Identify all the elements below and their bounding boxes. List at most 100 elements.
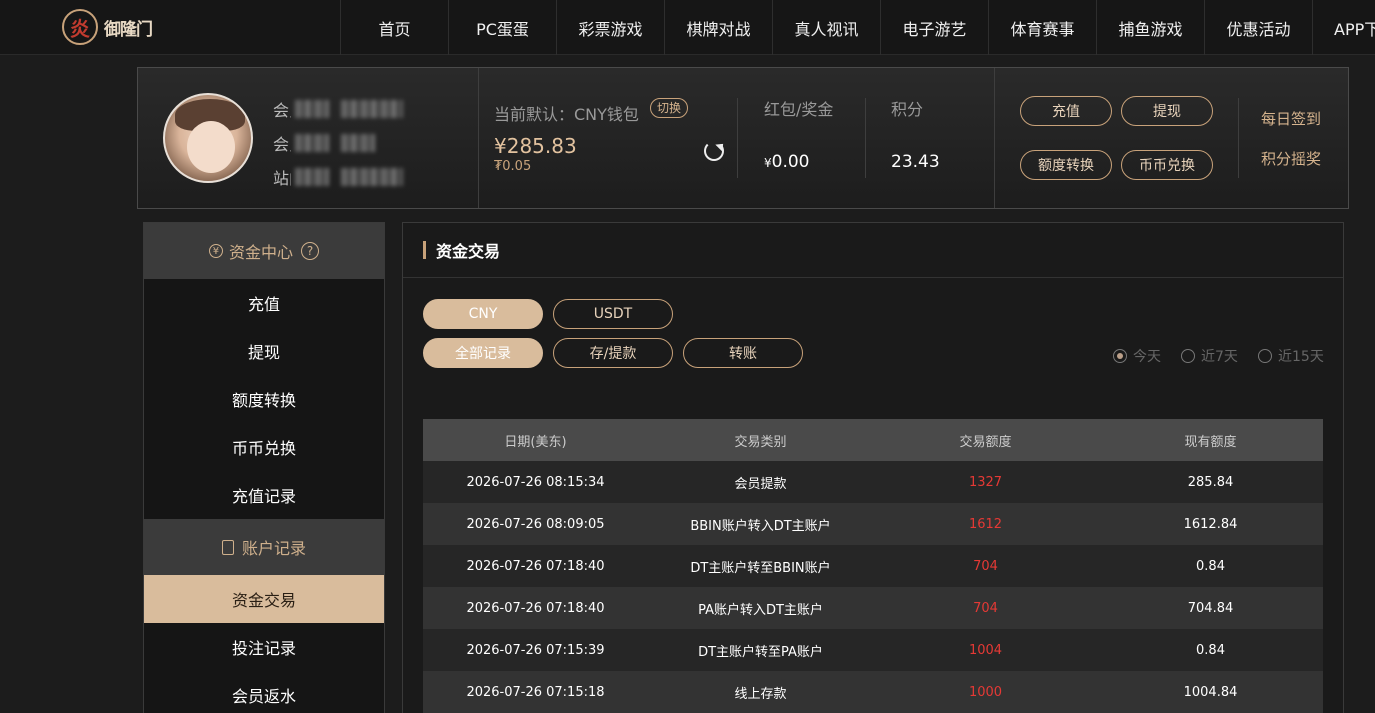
table-row: 2026-07-26 07:15:39 DT主账户转至PA账户 1004 0.8…: [423, 629, 1323, 671]
tab-cny[interactable]: CNY: [423, 299, 543, 329]
nav-item-chess[interactable]: 棋牌对战: [664, 0, 772, 55]
page-title: 资金交易: [436, 242, 501, 261]
member-label: 会员: [273, 135, 291, 154]
daily-checkin-link[interactable]: 每日签到: [1261, 108, 1321, 129]
nav-item-app[interactable]: APP下: [1312, 0, 1375, 55]
sidebar-item-transfer[interactable]: 额度转换: [144, 375, 384, 423]
document-icon: [221, 539, 234, 555]
nav-item-lottery[interactable]: 彩票游戏: [556, 0, 664, 55]
nav-item-promotions[interactable]: 优惠活动: [1204, 0, 1312, 55]
member-level-row: 会员: [273, 126, 403, 160]
cell-type: DT主账户转至BBIN账户: [648, 545, 873, 587]
tab-usdt[interactable]: USDT: [553, 299, 673, 329]
sidebar-item-withdraw[interactable]: 提现: [144, 327, 384, 375]
radio-icon: [1258, 349, 1272, 363]
sidebar-item-rebate[interactable]: 会员返水: [144, 671, 384, 713]
cell-date: 2026-07-26 08:15:34: [423, 461, 648, 503]
sidebar-item-deposit-records[interactable]: 充值记录: [144, 471, 384, 519]
col-type: 交易类别: [648, 419, 873, 461]
refresh-icon[interactable]: [704, 141, 724, 161]
table-row: 2026-07-26 08:09:05 BBIN账户转入DT主账户 1612 1…: [423, 503, 1323, 545]
avatar[interactable]: [163, 93, 253, 183]
sidebar-item-deposit[interactable]: 充值: [144, 279, 384, 327]
masked-value: [341, 100, 403, 118]
cell-date: 2026-07-26 07:15:39: [423, 629, 648, 671]
bonus-value: ¥0.00: [764, 152, 810, 172]
cell-balance: 0.84: [1098, 629, 1323, 671]
fund-center-header: ¥ 资金中心 ?: [144, 223, 384, 279]
masked-value: [295, 100, 329, 118]
usdt-balance: ₮0.05: [494, 159, 532, 174]
cell-amount: 1000: [873, 671, 1098, 713]
yuan-icon: ¥: [208, 244, 223, 258]
range-today[interactable]: 今天: [1113, 346, 1161, 366]
records-header: 账户记录: [144, 519, 384, 575]
transactions-table: 日期(美东) 交易类别 交易额度 现有额度 2026-07-26 08:15:3…: [423, 419, 1323, 713]
wallet-balance: ¥285.83: [494, 134, 577, 158]
cell-amount: 704: [873, 545, 1098, 587]
switch-wallet-button[interactable]: 切换: [650, 98, 689, 118]
table-header-row: 日期(美东) 交易类别 交易额度 现有额度: [423, 419, 1323, 461]
cell-amount: 1327: [873, 461, 1098, 503]
cell-amount: 1004: [873, 629, 1098, 671]
nav-item-fishing[interactable]: 捕鱼游戏: [1096, 0, 1204, 55]
sidebar-item-bet-records[interactable]: 投注记录: [144, 623, 384, 671]
masked-value: [295, 168, 329, 186]
range-15-days[interactable]: 近15天: [1258, 346, 1324, 366]
points-lottery-link[interactable]: 积分摇奖: [1261, 148, 1321, 169]
wallet-label: 当前默认：CNY钱包: [494, 105, 639, 124]
tab-deposit-withdraw[interactable]: 存/提款: [553, 338, 673, 368]
cell-date: 2026-07-26 07:15:18: [423, 671, 648, 713]
transfer-button[interactable]: 额度转换: [1020, 150, 1112, 180]
tab-transfer[interactable]: 转账: [683, 338, 803, 368]
account-summary: 会员 会员 站内 当前默认：CNY钱包 切换 ¥285.83 ₮0.05 红包/…: [137, 67, 1349, 209]
cell-amount: 704: [873, 587, 1098, 629]
table-row: 2026-07-26 08:15:34 会员提款 1327 285.84: [423, 461, 1323, 503]
cell-date: 2026-07-26 07:18:40: [423, 545, 648, 587]
radio-icon: [1181, 349, 1195, 363]
masked-value: [341, 168, 403, 186]
sidebar: ¥ 资金中心 ? 充值 提现 额度转换 币币兑换 充值记录 账户记录 资金交易 …: [143, 222, 385, 713]
nav-item-pc-egg[interactable]: PC蛋蛋: [448, 0, 556, 55]
deposit-button[interactable]: 充值: [1020, 96, 1112, 126]
member-name-row: 会员: [273, 92, 403, 126]
nav-item-home[interactable]: 首页: [340, 0, 448, 55]
member-label: 会员: [273, 101, 291, 120]
account-info: 会员 会员 站内: [273, 92, 403, 194]
nav-item-sports[interactable]: 体育赛事: [988, 0, 1096, 55]
logo-emblem-icon: 炎: [62, 9, 98, 45]
transactions-panel: 资金交易 CNY USDT 全部记录 存/提款 转账 今天 近7天 近15天 日…: [402, 222, 1344, 713]
sidebar-item-exchange[interactable]: 币币兑换: [144, 423, 384, 471]
cell-type: 线上存款: [648, 671, 873, 713]
inbox-row[interactable]: 站内: [273, 160, 403, 194]
cell-type: 会员提款: [648, 461, 873, 503]
masked-value: [341, 134, 375, 152]
logo-text: 御隆门: [104, 19, 153, 40]
help-icon[interactable]: ?: [301, 242, 319, 260]
tab-all-records[interactable]: 全部记录: [423, 338, 543, 368]
exchange-button[interactable]: 币币兑换: [1121, 150, 1213, 180]
radio-icon: [1113, 349, 1127, 363]
nav-menu: 首页 PC蛋蛋 彩票游戏 棋牌对战 真人视讯 电子游艺 体育赛事 捕鱼游戏 优惠…: [340, 0, 1375, 55]
points-value: 23.43: [891, 152, 940, 172]
cell-date: 2026-07-26 08:09:05: [423, 503, 648, 545]
nav-item-live[interactable]: 真人视讯: [772, 0, 880, 55]
table-row: 2026-07-26 07:18:40 DT主账户转至BBIN账户 704 0.…: [423, 545, 1323, 587]
nav-item-slots[interactable]: 电子游艺: [880, 0, 988, 55]
col-date: 日期(美东): [423, 419, 648, 461]
range-7-days[interactable]: 近7天: [1181, 346, 1238, 366]
panel-header: 资金交易: [403, 223, 1343, 278]
cell-balance: 704.84: [1098, 587, 1323, 629]
cell-type: BBIN账户转入DT主账户: [648, 503, 873, 545]
table-row: 2026-07-26 07:15:18 线上存款 1000 1004.84: [423, 671, 1323, 713]
bonus-label: 红包/奖金: [764, 100, 834, 119]
table-row: 2026-07-26 07:18:40 PA账户转入DT主账户 704 704.…: [423, 587, 1323, 629]
withdraw-button[interactable]: 提现: [1121, 96, 1213, 126]
top-nav: 炎 御隆门 首页 PC蛋蛋 彩票游戏 棋牌对战 真人视讯 电子游艺 体育赛事 捕…: [0, 0, 1375, 55]
cell-date: 2026-07-26 07:18:40: [423, 587, 648, 629]
sidebar-item-transactions[interactable]: 资金交易: [144, 575, 384, 623]
col-amount: 交易额度: [873, 419, 1098, 461]
cell-balance: 285.84: [1098, 461, 1323, 503]
site-logo[interactable]: 炎 御隆门: [62, 6, 162, 48]
masked-value: [295, 134, 329, 152]
